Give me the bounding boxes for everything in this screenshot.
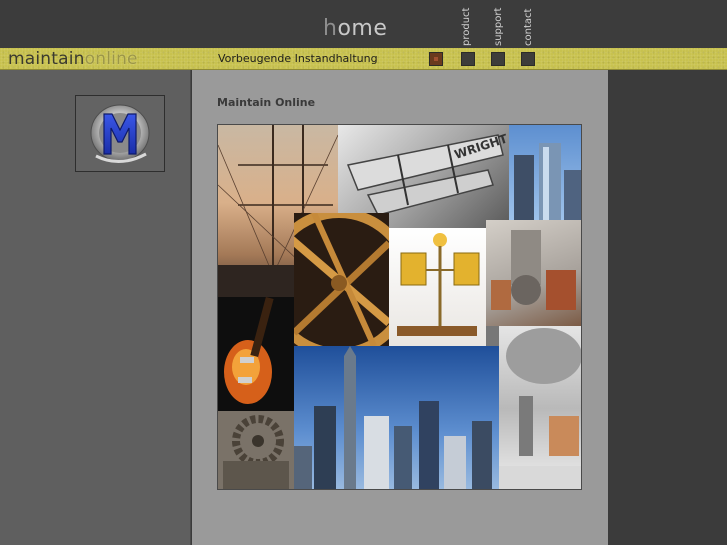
tagline: Vorbeugende Instandhaltung <box>218 52 378 65</box>
nav-square-product[interactable] <box>461 52 475 66</box>
company-logo[interactable] <box>75 95 165 172</box>
page-title: Maintain Online <box>217 96 316 109</box>
nav-square-support[interactable] <box>491 52 505 66</box>
brass-instrument-image <box>389 228 486 346</box>
nav-square-contact[interactable] <box>521 52 535 66</box>
site-logo-text[interactable]: maintainonline <box>8 49 138 69</box>
city-skyline-image <box>294 346 499 489</box>
header-band: maintainonline Vorbeugende Instandhaltun… <box>0 48 727 70</box>
m-logo-icon <box>90 104 150 163</box>
nav-link-product[interactable]: product <box>460 4 474 46</box>
right-column <box>608 70 727 545</box>
skyscraper-towers-image <box>509 125 581 220</box>
metal-machinery-image <box>499 326 581 489</box>
nav-square-home[interactable] <box>429 52 443 66</box>
wooden-wheel-image <box>294 213 389 346</box>
page-heading-home: home <box>323 16 388 41</box>
image-collage: WRIGHT <box>217 124 582 490</box>
nav-link-support[interactable]: support <box>492 4 506 46</box>
machine-parts-image <box>486 220 581 326</box>
top-bar: home product support contact <box>0 0 727 48</box>
electric-guitar-image <box>218 297 294 411</box>
nav-link-contact[interactable]: contact <box>522 4 536 46</box>
industrial-gears-image <box>218 411 294 489</box>
